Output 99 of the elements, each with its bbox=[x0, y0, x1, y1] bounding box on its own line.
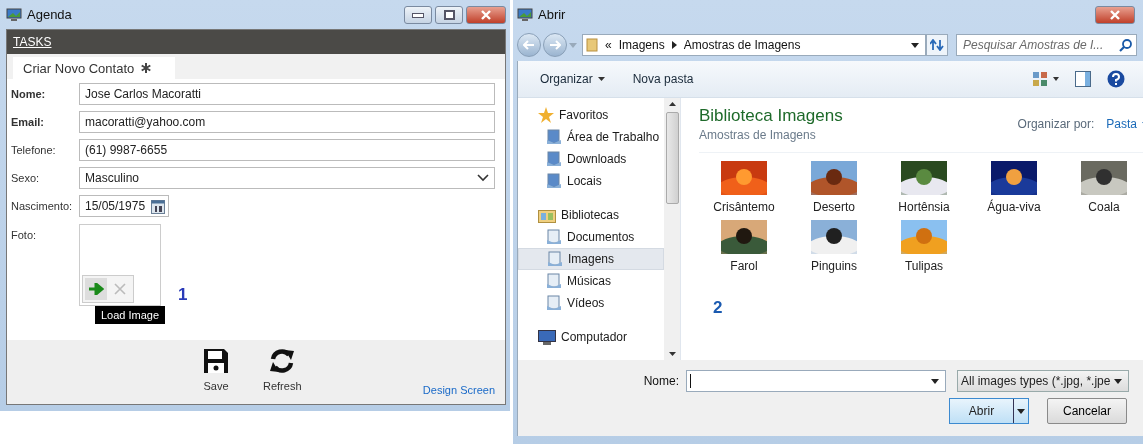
sidebar-item[interactable]: Área de Trabalho bbox=[518, 126, 664, 148]
field-label: Telefone: bbox=[11, 144, 57, 156]
arrow-icon bbox=[88, 283, 104, 295]
text-field[interactable]: macoratti@yahoo.com bbox=[79, 111, 495, 133]
breadcrumb-item[interactable]: Imagens bbox=[618, 38, 665, 52]
date-field[interactable]: 15/05/1975 bbox=[79, 195, 169, 217]
dropdown-arrow-icon bbox=[1114, 378, 1122, 384]
arrange-label: Organizar por: bbox=[1017, 117, 1095, 131]
help-icon bbox=[1107, 70, 1125, 88]
sidebar-item[interactable]: Imagens bbox=[518, 248, 664, 270]
tasks-link[interactable]: TASKS bbox=[13, 35, 52, 49]
dropdown-field[interactable]: Masculino bbox=[79, 167, 495, 189]
breadcrumb-item[interactable]: Amostras de Imagens bbox=[683, 38, 801, 52]
file-name[interactable]: Deserto bbox=[813, 200, 855, 214]
field-label: Nascimento: bbox=[11, 200, 74, 212]
sidebar-group[interactable]: Favoritos bbox=[518, 104, 664, 126]
monitor-icon bbox=[517, 7, 533, 22]
minimize-button[interactable] bbox=[404, 6, 432, 24]
cancel-button[interactable]: Cancelar bbox=[1047, 398, 1127, 424]
sidebar-item[interactable]: Downloads bbox=[518, 148, 664, 170]
file-name-label: Nome: bbox=[643, 374, 679, 388]
field-label: Nome: bbox=[11, 88, 47, 100]
file-name[interactable]: Hortênsia bbox=[898, 200, 950, 214]
document-icon bbox=[547, 251, 563, 267]
calendar-icon bbox=[151, 198, 165, 214]
document-icon bbox=[546, 273, 562, 289]
sidebar-group[interactable]: Bibliotecas bbox=[518, 204, 664, 226]
view-grid-icon bbox=[1033, 72, 1059, 86]
close-button[interactable] bbox=[466, 6, 506, 24]
file-name[interactable]: Coala bbox=[1088, 200, 1120, 214]
folder-icon bbox=[586, 38, 598, 52]
monitor-icon bbox=[6, 7, 22, 22]
forward-arrow-icon bbox=[549, 40, 561, 50]
close-icon bbox=[1109, 10, 1121, 20]
text-field[interactable]: Jose Carlos Macoratti bbox=[79, 83, 495, 105]
file-type-dropdown[interactable]: All images types (*.jpg, *.jpe bbox=[957, 370, 1129, 392]
caret-icon bbox=[569, 42, 577, 48]
caret-icon bbox=[597, 77, 605, 81]
scroll-down-icon[interactable] bbox=[668, 352, 676, 356]
back-arrow-icon bbox=[523, 40, 535, 50]
computer-icon bbox=[538, 329, 556, 345]
dropdown-arrow-icon bbox=[931, 378, 939, 384]
window-title: Abrir bbox=[538, 7, 566, 22]
tooltip: Load Image bbox=[95, 306, 166, 324]
refresh-arrows-icon bbox=[930, 39, 944, 51]
sidebar-item[interactable]: Locais bbox=[518, 170, 664, 192]
callout-number: 2 bbox=[713, 298, 723, 318]
file-name[interactable]: Crisântemo bbox=[713, 200, 775, 214]
screen-tab[interactable]: Criar Novo Contato bbox=[13, 57, 176, 79]
callout-number: 1 bbox=[178, 285, 188, 305]
document-icon bbox=[546, 229, 562, 245]
command-button[interactable]: Refresh bbox=[259, 348, 306, 392]
sidebar-item[interactable]: Vídeos bbox=[518, 292, 664, 314]
arrange-dropdown[interactable]: Pasta bbox=[1106, 117, 1143, 131]
library-title: Biblioteca Imagens bbox=[699, 106, 843, 126]
organize-menu-button[interactable]: Organizar bbox=[532, 68, 613, 90]
library-subtitle: Amostras de Imagens bbox=[699, 128, 817, 142]
pane-icon bbox=[1075, 71, 1091, 87]
field-label: Email: bbox=[11, 116, 45, 128]
file-name[interactable]: Água-viva bbox=[987, 200, 1041, 214]
maximize-button[interactable] bbox=[435, 6, 463, 24]
document-icon bbox=[546, 151, 562, 167]
close-icon bbox=[480, 10, 492, 20]
asterisk-icon bbox=[141, 63, 152, 73]
document-icon bbox=[546, 295, 562, 311]
document-icon bbox=[546, 129, 562, 145]
new-folder-button[interactable]: Nova pasta bbox=[624, 68, 702, 90]
address-bar[interactable]: « Imagens Amostras de Imagens bbox=[582, 34, 926, 56]
refresh-button[interactable] bbox=[926, 34, 948, 56]
refresh-icon bbox=[269, 348, 296, 374]
file-name-field[interactable] bbox=[686, 370, 946, 392]
file-name[interactable]: Farol bbox=[730, 259, 758, 273]
dropdown-arrow-icon bbox=[1017, 408, 1025, 414]
sidebar-item[interactable]: Documentos bbox=[518, 226, 664, 248]
field-label: Foto: bbox=[11, 228, 38, 241]
command-button[interactable]: Save bbox=[199, 348, 233, 392]
cross-icon bbox=[114, 283, 126, 295]
library-icon bbox=[538, 207, 556, 223]
breadcrumb-overflow[interactable]: « bbox=[605, 38, 612, 52]
design-screen-link[interactable]: Design Screen bbox=[422, 384, 505, 404]
sidebar-group[interactable]: Computador bbox=[518, 326, 664, 348]
dropdown-arrow-icon bbox=[911, 42, 919, 48]
star-icon bbox=[538, 107, 554, 123]
text-field[interactable]: (61) 9987-6655 bbox=[79, 139, 495, 161]
separator-arrow-icon bbox=[671, 41, 677, 49]
load-image-button[interactable] bbox=[85, 278, 107, 300]
search-icon bbox=[1119, 38, 1132, 52]
search-field[interactable]: Pesquisar Amostras de I... bbox=[956, 34, 1137, 56]
file-name[interactable]: Pinguins bbox=[811, 259, 857, 273]
field-label: Sexo: bbox=[11, 172, 41, 184]
window-title: Agenda bbox=[27, 7, 72, 22]
file-name[interactable]: Tulipas bbox=[904, 259, 944, 273]
scroll-up-icon[interactable] bbox=[668, 102, 676, 106]
scrollbar[interactable] bbox=[664, 98, 680, 360]
document-icon bbox=[546, 173, 562, 189]
sidebar-item[interactable]: Músicas bbox=[518, 270, 664, 292]
close-button[interactable] bbox=[1095, 6, 1135, 24]
chevron-icon bbox=[477, 174, 489, 182]
open-split-button[interactable]: Abrir bbox=[949, 398, 1029, 424]
